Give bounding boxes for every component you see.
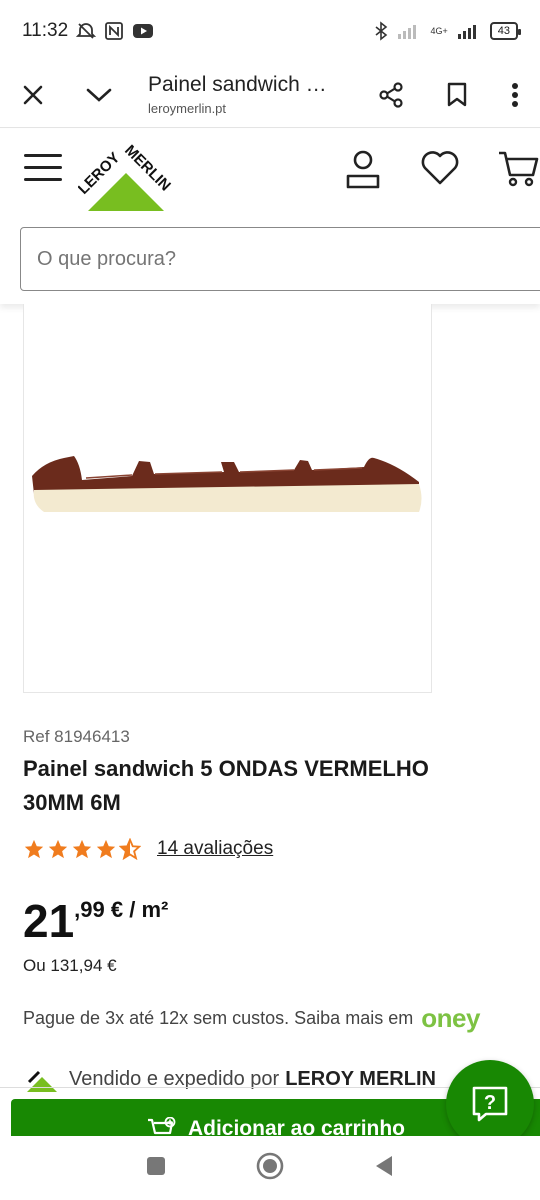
back-icon: [376, 1155, 392, 1176]
help-chat-icon: ?: [472, 1086, 508, 1122]
alarm-off-icon: [76, 23, 97, 39]
cart-icon: [499, 151, 539, 187]
site-header: LEROY MERLIN: [0, 129, 540, 304]
battery-indicator: 43: [489, 22, 522, 40]
star-icon: [48, 839, 68, 859]
half-star-icon: [119, 838, 141, 860]
signal-icon: [398, 25, 417, 39]
account-button[interactable]: [343, 149, 387, 193]
more-vertical-icon: [512, 82, 518, 107]
browser-url: leroymerlin.pt: [148, 101, 227, 116]
seller-info: Vendido e expedido por LEROY MERLIN: [23, 1066, 436, 1092]
logo-icon: LEROY MERLIN: [75, 142, 174, 211]
price-decimals-unit: ,99 € / m²: [74, 897, 169, 922]
browser-page-title: Painel sandwich …: [148, 73, 327, 96]
bluetooth-icon: [375, 21, 388, 41]
cart-button[interactable]: [497, 149, 540, 193]
menu-icon-line: [24, 154, 62, 157]
bookmark-button[interactable]: [424, 62, 490, 128]
expand-toolbar-button[interactable]: [66, 62, 132, 128]
share-icon: [379, 81, 403, 108]
product-image[interactable]: [23, 304, 432, 693]
rating-stars: [23, 838, 141, 860]
status-time: 11:32: [22, 20, 69, 41]
seller-logo-icon: [27, 1070, 57, 1092]
close-icon: [23, 85, 43, 104]
menu-icon-line: [24, 166, 62, 169]
alternative-price: Ou 131,94 €: [23, 956, 117, 975]
price-integer: 21: [23, 895, 75, 947]
youtube-icon: [133, 24, 154, 38]
chevron-down-icon: [86, 88, 112, 102]
bookmark-icon: [447, 82, 467, 106]
star-icon: [24, 839, 44, 859]
status-bar: 11:32 4G+ 43: [0, 0, 540, 62]
svg-text:?: ?: [484, 1092, 496, 1114]
signal-strength-icon: [457, 25, 476, 39]
help-button[interactable]: ?: [446, 1060, 534, 1148]
reviews-link[interactable]: 14 avaliações: [157, 838, 273, 860]
product-title: Painel sandwich 5 ONDAS VERMELHO 30MM 6M: [23, 756, 429, 815]
back-button[interactable]: [373, 1154, 395, 1183]
recents-button[interactable]: [145, 1155, 167, 1182]
installments-text: Pague de 3x até 12x sem custos. Saiba ma…: [23, 1008, 414, 1028]
home-icon: [256, 1152, 284, 1179]
leroy-merlin-logo[interactable]: LEROY MERLIN: [75, 142, 174, 213]
user-icon: [346, 150, 380, 189]
status-notification-icons: [76, 21, 154, 41]
wishlist-button[interactable]: [420, 149, 464, 193]
search-input[interactable]: [20, 227, 540, 291]
star-icon: [72, 839, 92, 859]
android-nav-bar: [0, 1136, 540, 1200]
product-rating: 14 avaliações: [23, 838, 273, 860]
product-price: 21 ,99 € / m²: [23, 893, 168, 949]
page-title-area[interactable]: Painel sandwich … leroymerlin.pt: [132, 73, 358, 116]
status-system-icons: 4G+ 43: [374, 21, 522, 41]
home-button[interactable]: [255, 1151, 285, 1186]
product-reference: Ref 81946413: [23, 727, 130, 746]
recents-icon: [147, 1156, 165, 1175]
more-options-button[interactable]: [490, 62, 540, 128]
close-tab-button[interactable]: [0, 62, 66, 128]
browser-toolbar: Painel sandwich … leroymerlin.pt: [0, 62, 540, 128]
network-type: 4G+: [430, 26, 448, 36]
oney-link[interactable]: oney: [421, 1003, 480, 1034]
installments-info: Pague de 3x até 12x sem custos. Saiba ma…: [23, 1003, 480, 1034]
nfc-icon: [105, 22, 124, 40]
share-button[interactable]: [358, 62, 424, 128]
heart-icon: [421, 151, 459, 185]
sandwich-panel-illustration: [32, 456, 422, 512]
menu-icon-line: [24, 178, 62, 181]
star-icon: [96, 839, 116, 859]
menu-button[interactable]: [24, 154, 62, 186]
